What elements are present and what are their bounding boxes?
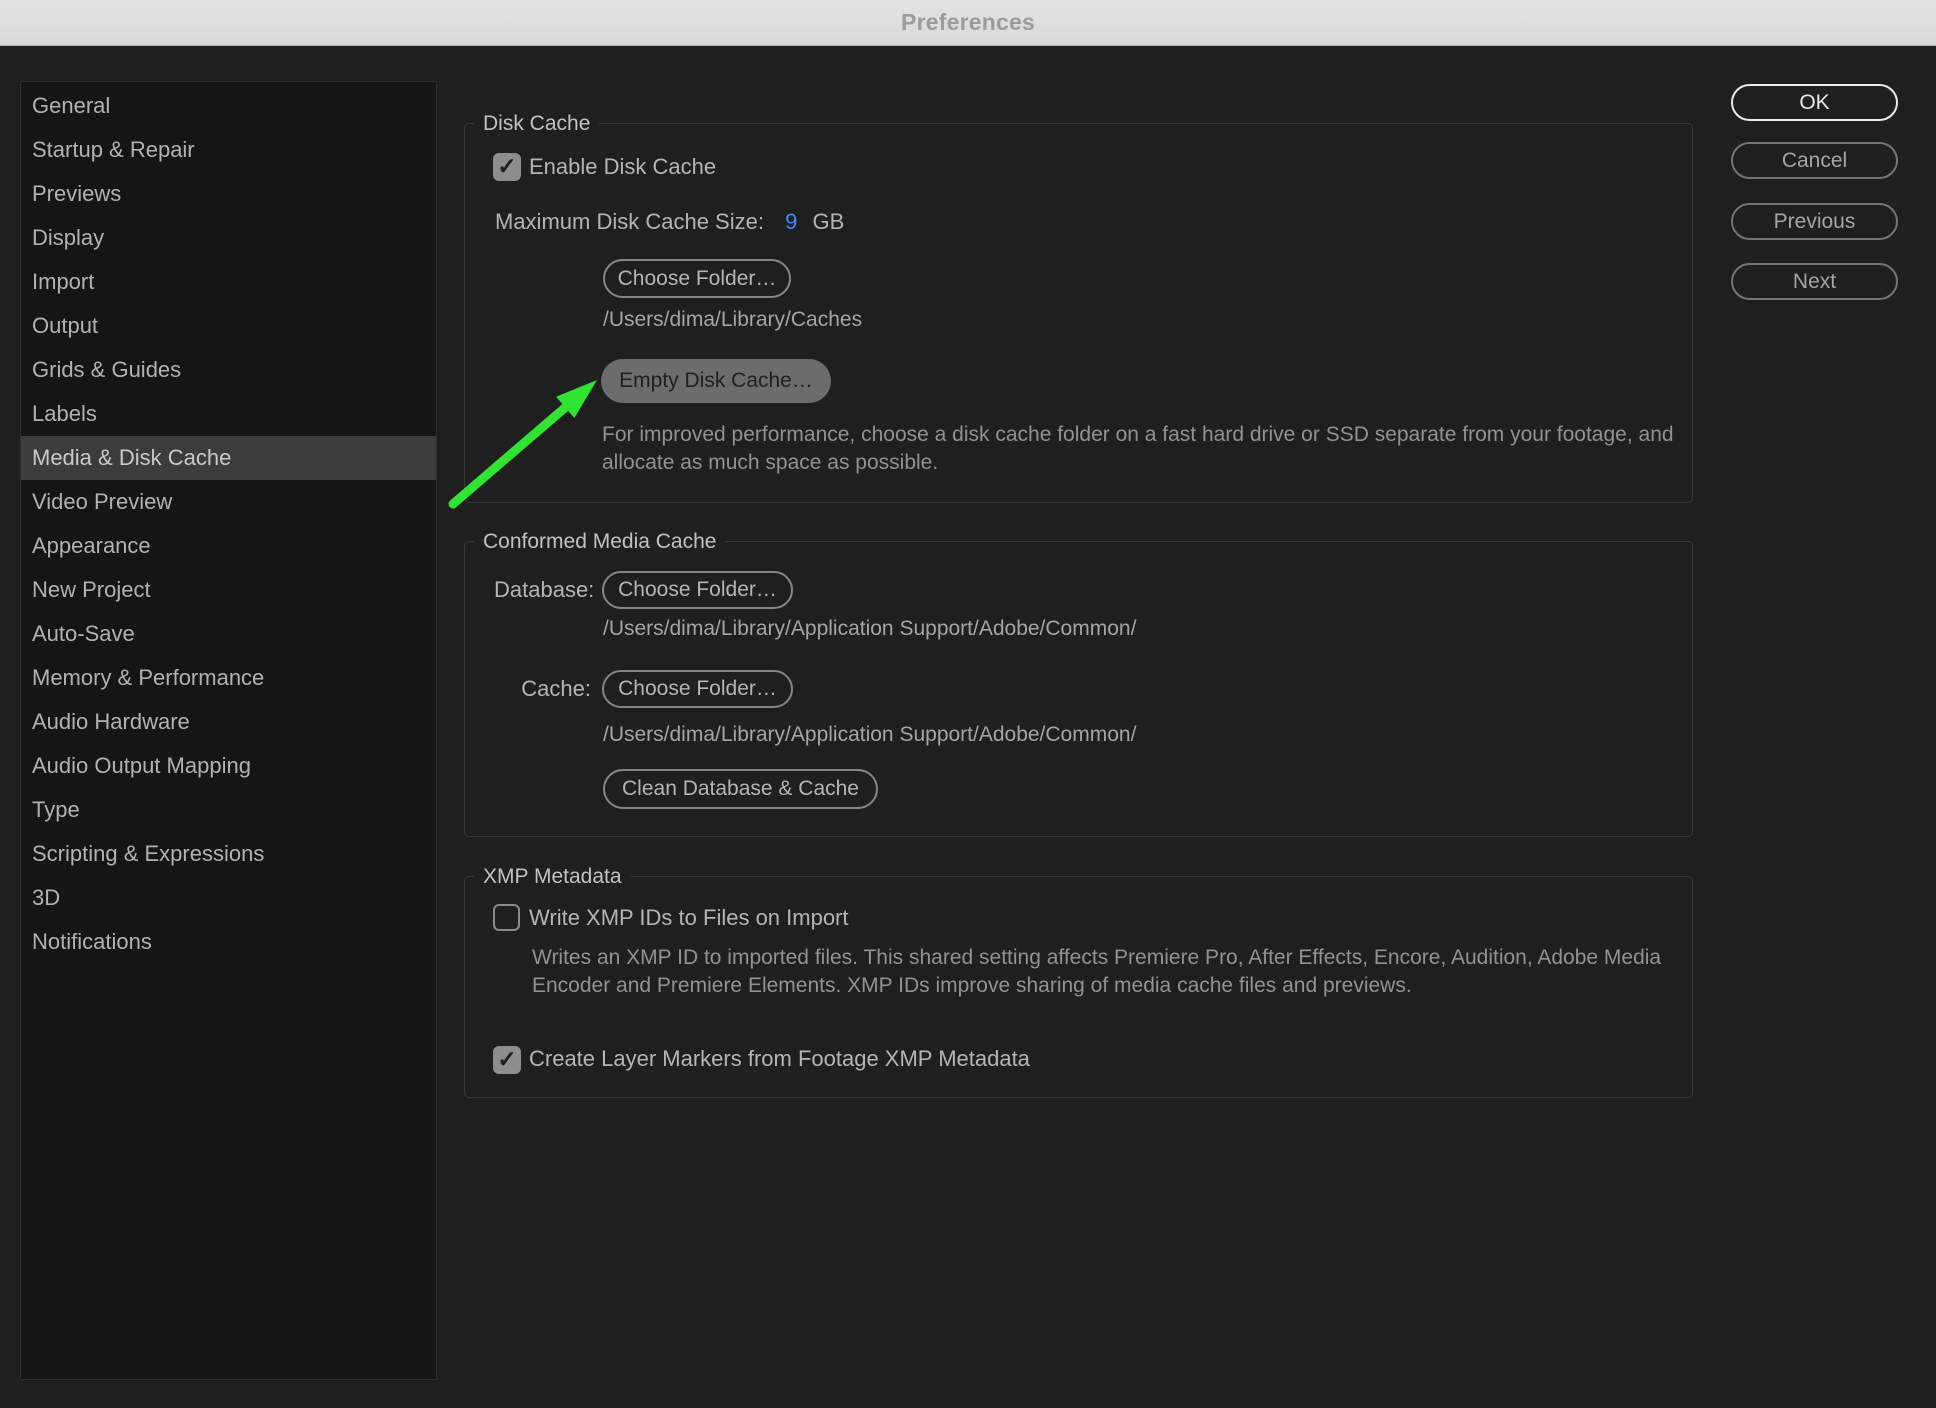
write-xmp-ids-description-line1: Writes an XMP ID to imported files. This… [532,944,1661,972]
disk-cache-choose-folder-button[interactable]: Choose Folder… [603,259,791,298]
sidebar-item-scripting-expressions[interactable]: Scripting & Expressions [21,832,436,876]
write-xmp-ids-description: Writes an XMP ID to imported files. This… [532,944,1661,1000]
next-button[interactable]: Next [1731,263,1898,300]
write-xmp-ids-label: Write XMP IDs to Files on Import [529,905,849,931]
sidebar-item-memory-performance[interactable]: Memory & Performance [21,656,436,700]
group-xmp-metadata: XMP Metadata Write XMP IDs to Files on I… [464,876,1693,1098]
create-layer-markers-label: Create Layer Markers from Footage XMP Me… [529,1046,1030,1072]
write-xmp-ids-checkbox[interactable] [493,904,520,931]
group-disk-cache: Disk Cache Enable Disk Cache Maximum Dis… [464,123,1693,503]
max-disk-cache-size-row: Maximum Disk Cache Size: 9 GB [495,209,844,235]
sidebar-item-output[interactable]: Output [21,304,436,348]
sidebar-item-appearance[interactable]: Appearance [21,524,436,568]
max-disk-cache-size-unit: GB [812,209,844,234]
sidebar-item-startup-repair[interactable]: Startup & Repair [21,128,436,172]
sidebar-item-audio-hardware[interactable]: Audio Hardware [21,700,436,744]
clean-database-cache-button[interactable]: Clean Database & Cache [603,769,878,809]
disk-cache-folder-path: /Users/dima/Library/Caches [603,307,862,332]
sidebar-item-labels[interactable]: Labels [21,392,436,436]
disk-cache-description-line1: For improved performance, choose a disk … [602,421,1674,449]
dialog-title: Preferences [901,9,1035,36]
enable-disk-cache-label: Enable Disk Cache [529,154,716,180]
sidebar-item-new-project[interactable]: New Project [21,568,436,612]
previous-button[interactable]: Previous [1731,203,1898,240]
cache-label: Cache: [494,676,591,702]
enable-disk-cache-checkbox[interactable] [493,153,521,181]
group-disk-cache-label: Disk Cache [474,111,599,137]
max-disk-cache-size-value[interactable]: 9 [785,209,797,234]
disk-cache-description-line2: allocate as much space as possible. [602,449,1674,477]
titlebar: Preferences [0,0,1936,46]
sidebar-item-video-preview[interactable]: Video Preview [21,480,436,524]
database-path: /Users/dima/Library/Application Support/… [603,616,1136,641]
cache-path: /Users/dima/Library/Application Support/… [603,722,1136,747]
sidebar-item-display[interactable]: Display [21,216,436,260]
create-layer-markers-checkbox[interactable] [493,1046,521,1074]
group-conformed-media-cache-label: Conformed Media Cache [474,529,725,555]
group-xmp-metadata-label: XMP Metadata [474,864,631,890]
max-disk-cache-size-label: Maximum Disk Cache Size: [495,209,764,234]
sidebar-item-auto-save[interactable]: Auto-Save [21,612,436,656]
sidebar-list: GeneralStartup & RepairPreviewsDisplayIm… [20,81,437,1380]
write-xmp-ids-description-line2: Encoder and Premiere Elements. XMP IDs i… [532,972,1661,1000]
ok-button[interactable]: OK [1731,84,1898,121]
sidebar-item-media-disk-cache[interactable]: Media & Disk Cache [21,436,436,480]
sidebar-item-import[interactable]: Import [21,260,436,304]
sidebar-item-3d[interactable]: 3D [21,876,436,920]
sidebar-item-general[interactable]: General [21,84,436,128]
cache-choose-folder-button[interactable]: Choose Folder… [602,670,793,708]
sidebar-item-previews[interactable]: Previews [21,172,436,216]
disk-cache-description: For improved performance, choose a disk … [602,421,1674,477]
cancel-button[interactable]: Cancel [1731,142,1898,179]
sidebar-item-grids-guides[interactable]: Grids & Guides [21,348,436,392]
empty-disk-cache-button[interactable]: Empty Disk Cache… [601,359,831,403]
database-label: Database: [494,577,591,603]
preferences-dialog: Preferences GeneralStartup & RepairPrevi… [0,0,1936,1408]
sidebar-item-audio-output-mapping[interactable]: Audio Output Mapping [21,744,436,788]
group-conformed-media-cache: Conformed Media Cache Database: Choose F… [464,541,1693,837]
database-choose-folder-button[interactable]: Choose Folder… [602,571,793,609]
sidebar-item-notifications[interactable]: Notifications [21,920,436,964]
sidebar-item-type[interactable]: Type [21,788,436,832]
